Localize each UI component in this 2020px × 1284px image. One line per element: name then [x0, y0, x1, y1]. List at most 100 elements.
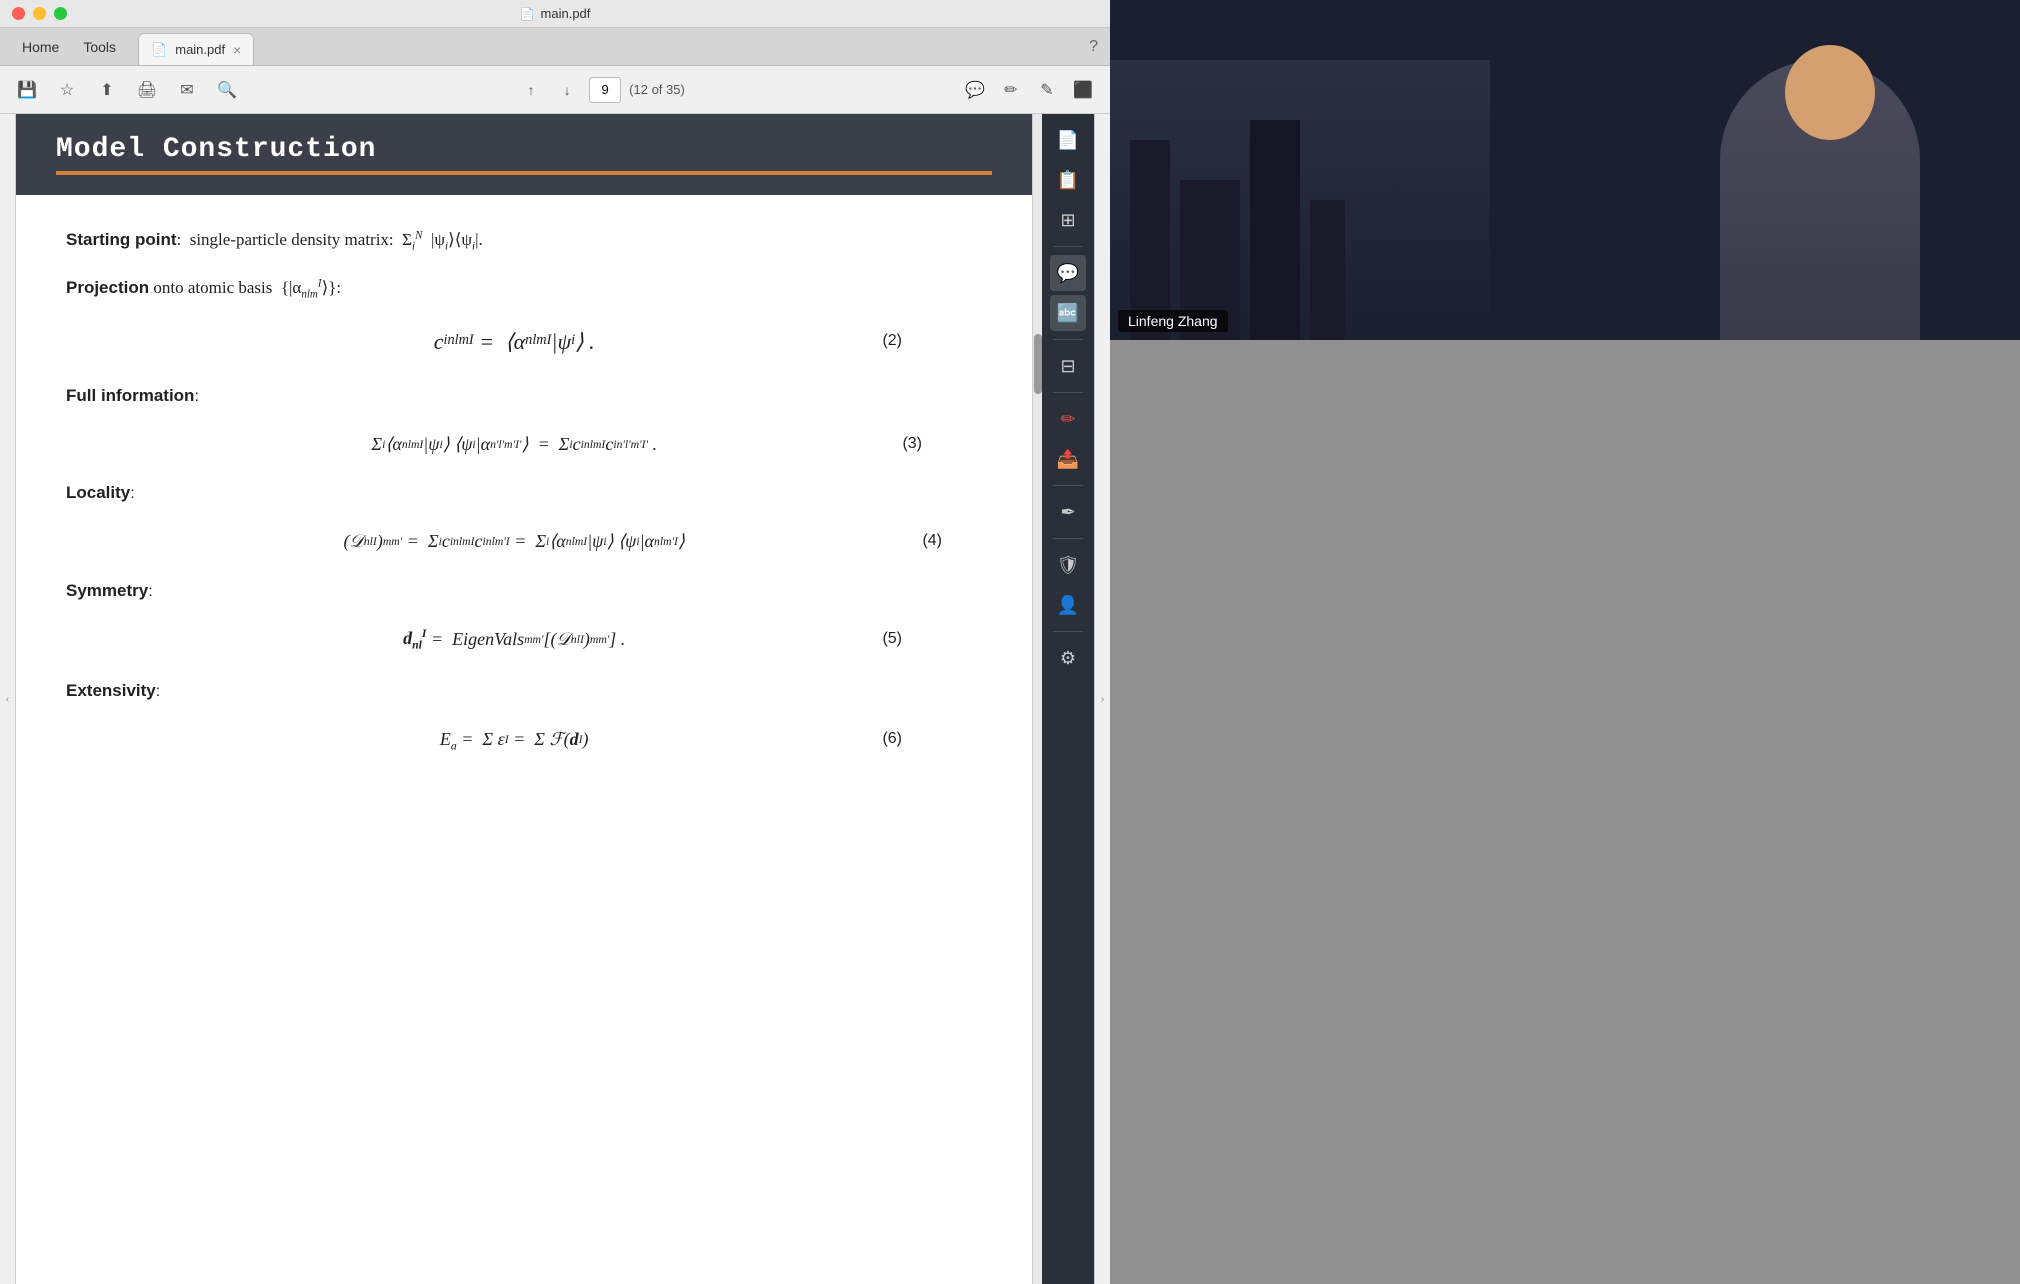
sidebar-separator-4	[1053, 485, 1083, 486]
page-number-input[interactable]	[589, 77, 621, 103]
starting-point-text: : single-particle density matrix: ΣiN |ψ…	[176, 225, 482, 257]
right-panel-toggle[interactable]: ›	[1094, 114, 1110, 1284]
equation-4-formula: (𝒟nlI)mm' = Σi cinlmI cinlm'I = Σi ⟨αnlm…	[106, 525, 922, 557]
right-background	[1110, 340, 2020, 1284]
starting-point-label: Starting point	[66, 225, 176, 256]
projection-text: onto atomic basis {|αnlmI⟩}:	[149, 273, 341, 305]
sidebar-separator-6	[1053, 631, 1083, 632]
sidebar-table-icon[interactable]: ⊟	[1050, 348, 1086, 384]
equation-3-block: Σi ⟨αnlmI|ψi⟩ ⟨ψi|αn'l'm'I'⟩ = Σi cinlmI…	[126, 428, 922, 460]
pdf-tab-icon: 📄	[151, 42, 167, 58]
help-button[interactable]: ?	[1089, 38, 1098, 56]
pdf-scrollbar[interactable]	[1032, 114, 1042, 1284]
equation-2-number: (2)	[882, 327, 902, 356]
sidebar-separator-2	[1053, 339, 1083, 340]
sidebar-face-icon[interactable]: 👤	[1050, 587, 1086, 623]
equation-6-block: Ea = Σ εI = Σ ℱ(dI) (6)	[146, 723, 902, 757]
pdf-icon: 📄	[520, 7, 535, 21]
starting-point-line: Starting point : single-particle density…	[66, 225, 982, 257]
page-navigation: ↑ ↓ (12 of 35)	[252, 76, 950, 104]
symmetry-line: Symmetry :	[66, 576, 982, 607]
pdf-scrollbar-thumb[interactable]	[1034, 334, 1042, 394]
equation-3-formula: Σi ⟨αnlmI|ψi⟩ ⟨ψi|αn'l'm'I'⟩ = Σi cinlmI…	[126, 428, 902, 460]
page-up-button[interactable]: ↑	[517, 76, 545, 104]
equation-2-block: cinlmI = ⟨αnlmI|ψi⟩ . (2)	[146, 322, 902, 362]
toolbar-right: 💬 ✏ ✎ ⬛	[960, 75, 1098, 105]
pdf-content: Model Construction Starting point : sing…	[16, 114, 1032, 1284]
equation-3-number: (3)	[902, 430, 922, 459]
search-button[interactable]: 🔍	[212, 75, 242, 105]
person-head	[1785, 45, 1875, 140]
tab-bar: Home Tools 📄 main.pdf × ?	[0, 28, 1110, 66]
equation-4-number: (4)	[922, 527, 942, 556]
extensivity-colon: :	[156, 678, 160, 707]
sidebar-pdf2-icon[interactable]: 📋	[1050, 162, 1086, 198]
extensivity-line: Extensivity :	[66, 676, 982, 707]
full-information-label: Full information	[66, 381, 194, 412]
symmetry-colon: :	[148, 578, 152, 607]
active-tab[interactable]: 📄 main.pdf ×	[138, 33, 254, 65]
speaker-name-label: Linfeng Zhang	[1118, 310, 1228, 332]
mail-button[interactable]: ✉	[172, 75, 202, 105]
slide-title: Model Construction	[56, 134, 992, 165]
close-button[interactable]	[12, 7, 25, 20]
equation-5-formula: dnlI = EigenValsmm' [(𝒟nlI)mm'] .	[146, 622, 882, 656]
home-nav[interactable]: Home	[10, 33, 71, 61]
toolbar: 💾 ☆ ⬆ 🖨 ✉ 🔍 ↑ ↓ (12 of 35) 💬 ✏ ✎ ⬛	[0, 66, 1110, 114]
projection-line: Projection onto atomic basis {|αnlmI⟩}:	[66, 273, 982, 305]
minimize-button[interactable]	[33, 7, 46, 20]
sidebar-translate-icon[interactable]: 🔤	[1050, 295, 1086, 331]
pdf-page: Model Construction Starting point : sing…	[16, 114, 1032, 1284]
page-total: (12 of 35)	[629, 82, 685, 97]
window-title-text: main.pdf	[541, 6, 591, 21]
equation-5-number: (5)	[882, 625, 902, 654]
tab-label: main.pdf	[175, 42, 225, 57]
sidebar-chat-icon[interactable]: 💬	[1050, 255, 1086, 291]
equation-5-block: dnlI = EigenValsmm' [(𝒟nlI)mm'] . (5)	[146, 622, 902, 656]
page-down-button[interactable]: ↓	[553, 76, 581, 104]
save-button[interactable]: 💾	[12, 75, 42, 105]
sidebar-pdf-icon[interactable]: 📄	[1050, 122, 1086, 158]
locality-line: Locality :	[66, 478, 982, 509]
projection-label: Projection	[66, 273, 149, 304]
main-area: ‹ Model Construction Starting point : si…	[0, 114, 1110, 1284]
sidebar-grid-icon[interactable]: ⊞	[1050, 202, 1086, 238]
window-title: 📄 main.pdf	[520, 6, 591, 21]
sidebar-separator-3	[1053, 392, 1083, 393]
sidebar-pen-red-icon[interactable]: ✏	[1050, 401, 1086, 437]
equation-6-number: (6)	[882, 725, 902, 754]
back-button[interactable]: ⬆	[92, 75, 122, 105]
symmetry-label: Symmetry	[66, 576, 148, 607]
slide-decorative-bar	[56, 171, 992, 175]
slide-body: Starting point : single-particle density…	[16, 195, 1032, 806]
full-information-colon: :	[194, 383, 198, 412]
equation-2-formula: cinlmI = ⟨αnlmI|ψi⟩ .	[146, 322, 882, 362]
sidebar-separator-5	[1053, 538, 1083, 539]
sidebar-export-icon[interactable]: 📤	[1050, 441, 1086, 477]
app-window: 📄 main.pdf Home Tools 📄 main.pdf × ? 💾 ☆…	[0, 0, 1110, 1284]
right-sidebar: 📄 📋 ⊞ 💬 🔤 ⊟ ✏ 📤 ✒ 🛡 👤 ⚙	[1042, 114, 1094, 1284]
left-panel-toggle[interactable]: ‹	[0, 114, 16, 1284]
nav-menu: Home Tools	[0, 28, 138, 65]
sidebar-shield-icon[interactable]: 🛡	[1050, 547, 1086, 583]
full-information-line: Full information :	[66, 381, 982, 412]
equation-6-formula: Ea = Σ εI = Σ ℱ(dI)	[146, 723, 882, 757]
locality-colon: :	[130, 480, 134, 509]
slide-header: Model Construction	[16, 114, 1032, 195]
comment-button[interactable]: 💬	[960, 75, 990, 105]
print-button[interactable]: 🖨	[132, 75, 162, 105]
extensivity-label: Extensivity	[66, 676, 156, 707]
maximize-button[interactable]	[54, 7, 67, 20]
tab-close-button[interactable]: ×	[233, 43, 241, 57]
equation-4-block: (𝒟nlI)mm' = Σi cinlmI cinlm'I = Σi ⟨αnlm…	[106, 525, 942, 557]
tools-nav[interactable]: Tools	[71, 33, 128, 61]
highlight-button[interactable]: ✎	[1032, 75, 1062, 105]
pen-button[interactable]: ✏	[996, 75, 1026, 105]
share-button[interactable]: ⬛	[1068, 75, 1098, 105]
sidebar-settings-icon[interactable]: ⚙	[1050, 640, 1086, 676]
sidebar-separator-1	[1053, 246, 1083, 247]
window-controls	[12, 7, 67, 20]
bookmark-button[interactable]: ☆	[52, 75, 82, 105]
video-container: Linfeng Zhang	[1110, 0, 2020, 340]
sidebar-pen2-icon[interactable]: ✒	[1050, 494, 1086, 530]
